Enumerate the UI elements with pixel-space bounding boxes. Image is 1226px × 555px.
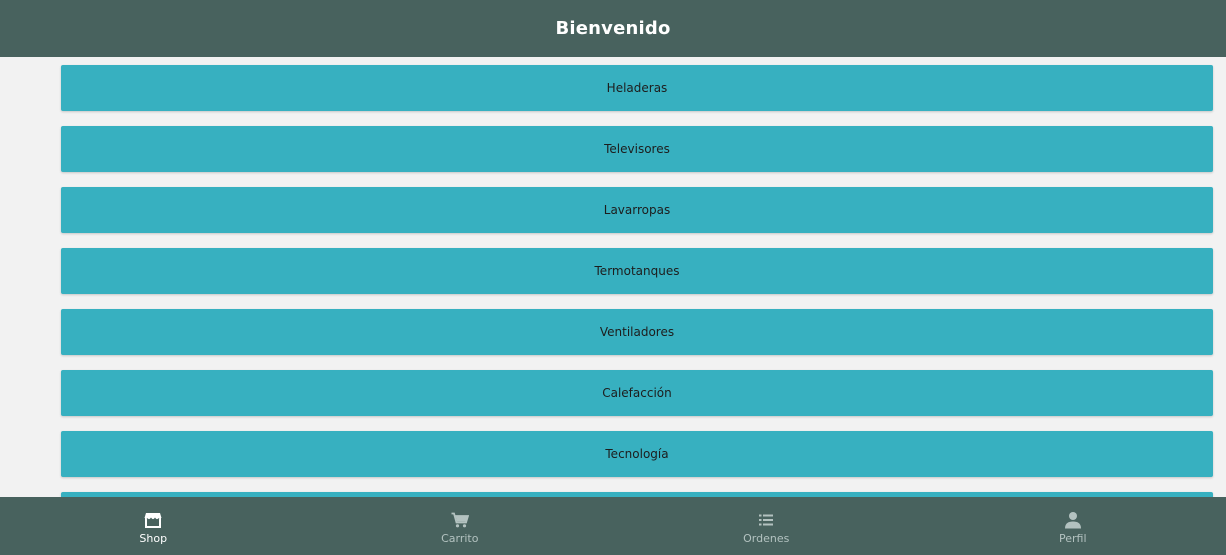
category-label: Ventiladores	[599, 325, 675, 339]
category-button-heladeras[interactable]: Heladeras	[61, 65, 1213, 111]
category-button-ventiladores[interactable]: Ventiladores	[61, 309, 1213, 355]
nav-item-shop[interactable]: Shop	[0, 497, 307, 555]
scroll-gutter	[1220, 57, 1226, 497]
category-label: Termotanques	[594, 264, 680, 278]
store-icon	[143, 510, 163, 530]
nav-item-carrito[interactable]: Carrito	[307, 497, 614, 555]
category-button-calefaccion[interactable]: Calefacción	[61, 370, 1213, 416]
app-root: Bienvenido Heladeras Televisores Lavarro…	[0, 0, 1226, 555]
app-header: Bienvenido	[0, 0, 1226, 57]
nav-item-ordenes[interactable]: Ordenes	[613, 497, 920, 555]
list-icon	[756, 510, 776, 530]
category-label: Lavarropas	[603, 203, 671, 217]
category-label: Heladeras	[606, 81, 668, 95]
nav-label-carrito: Carrito	[441, 531, 479, 545]
category-button-lavarropas[interactable]: Lavarropas	[61, 187, 1213, 233]
category-button-televisores[interactable]: Televisores	[61, 126, 1213, 172]
category-button-termotanques[interactable]: Termotanques	[61, 248, 1213, 294]
category-list: Heladeras Televisores Lavarropas Termota…	[61, 65, 1213, 497]
bottom-navigation: Shop Carrito Ordenes Perfil	[0, 497, 1226, 555]
page-title: Bienvenido	[555, 18, 671, 39]
nav-label-ordenes: Ordenes	[743, 531, 790, 545]
cart-icon	[450, 510, 470, 530]
main-content[interactable]: Heladeras Televisores Lavarropas Termota…	[0, 57, 1226, 497]
category-label: Tecnología	[605, 447, 669, 461]
nav-label-shop: Shop	[139, 531, 168, 545]
category-label: Calefacción	[602, 386, 672, 400]
nav-item-perfil[interactable]: Perfil	[920, 497, 1226, 555]
category-button-tecnologia[interactable]: Tecnología	[61, 431, 1213, 477]
category-label: Televisores	[604, 142, 670, 156]
person-icon	[1063, 510, 1083, 530]
nav-label-perfil: Perfil	[1058, 531, 1087, 545]
